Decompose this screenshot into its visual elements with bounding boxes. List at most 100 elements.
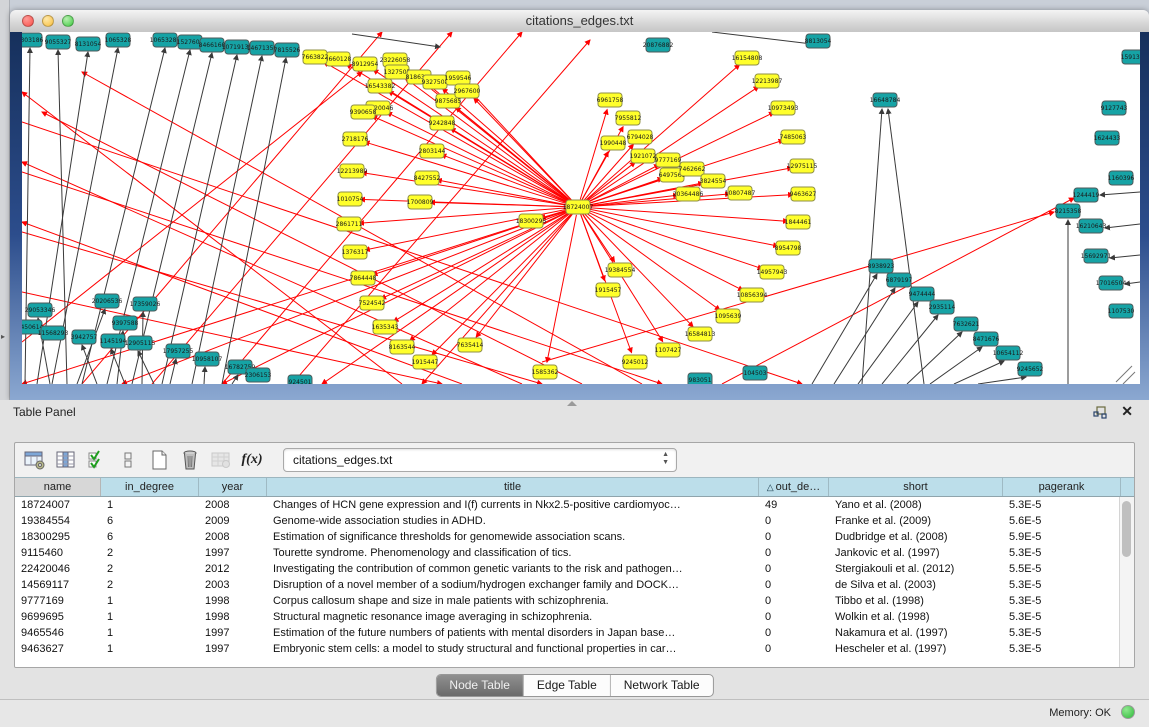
graph-node[interactable]: 11568293	[38, 326, 69, 340]
column-header-short[interactable]: short	[829, 478, 1003, 496]
graph-node[interactable]: 10958107	[192, 352, 223, 366]
graph-node[interactable]: 1959546	[445, 71, 472, 85]
delete-column-icon[interactable]	[178, 449, 202, 471]
graph-node[interactable]: 10807487	[725, 186, 756, 200]
graph-node[interactable]: 8938923	[868, 259, 895, 273]
panel-expand-arrow-icon[interactable]: ▸	[1, 332, 5, 341]
graph-node[interactable]: 1700809	[407, 195, 434, 209]
graph-node[interactable]: 1107427	[655, 343, 682, 357]
graph-node[interactable]: 8660128	[325, 52, 352, 66]
column-header-in_degree[interactable]: in_degree	[101, 478, 199, 496]
graph-node[interactable]: 16543382	[365, 79, 396, 93]
graph-node[interactable]: 7632621	[953, 317, 980, 331]
graph-node[interactable]: 9242848	[429, 116, 456, 130]
graph-node[interactable]: 12975115	[787, 159, 818, 173]
tab-edge-table[interactable]: Edge Table	[523, 675, 610, 696]
graph-node[interactable]: 1160396	[1108, 171, 1135, 185]
table-row[interactable]: 1938455462009Genome-wide association stu…	[15, 513, 1134, 529]
table-selector-dropdown[interactable]: citations_edges.txt ▲▼	[283, 448, 677, 472]
graph-node[interactable]: 9777169	[655, 153, 682, 167]
column-header-name[interactable]: name	[15, 478, 101, 496]
graph-node[interactable]: 1921072	[630, 149, 657, 163]
graph-node[interactable]: 8215358	[1055, 204, 1082, 218]
graph-node[interactable]: 9245652	[1017, 362, 1044, 376]
graph-node[interactable]: 924501	[288, 375, 312, 384]
graph-node[interactable]: 9397588	[112, 316, 139, 330]
graph-node[interactable]: 7524542	[359, 296, 386, 310]
table-row[interactable]: 946362711997Embryonic stem cells: a mode…	[15, 641, 1134, 657]
tab-node-table[interactable]: Node Table	[436, 675, 523, 696]
graph-node[interactable]: 16584813	[685, 327, 716, 341]
graph-node[interactable]: 8163544	[389, 340, 416, 354]
graph-node[interactable]: 9463627	[790, 187, 817, 201]
table-row[interactable]: 969969511998Structural magnetic resonanc…	[15, 609, 1134, 625]
table-row[interactable]: 977716911998Corpus callosum shape and si…	[15, 593, 1134, 609]
select-columns-icon[interactable]	[85, 449, 109, 471]
graph-node[interactable]: 7864448	[350, 271, 377, 285]
graph-node[interactable]: 16210643	[1076, 219, 1107, 233]
graph-node[interactable]: 18300295	[516, 214, 547, 228]
graph-node[interactable]: 2861711	[336, 217, 363, 231]
graph-node[interactable]: 3942757	[71, 330, 98, 344]
graph-node[interactable]: 6879197	[886, 273, 913, 287]
graph-node[interactable]: 7955812	[615, 111, 642, 125]
graph-node[interactable]: 104503	[743, 366, 767, 380]
graph-node[interactable]: 12213989	[337, 164, 368, 178]
graph-node[interactable]: 1990448	[600, 136, 627, 150]
graph-node[interactable]: 7663822	[302, 50, 329, 64]
graph-node[interactable]: 15692971	[1081, 249, 1112, 263]
table-mode-icon[interactable]	[23, 449, 47, 471]
graph-node[interactable]: 7815526	[274, 43, 301, 57]
float-panel-icon[interactable]	[1093, 406, 1107, 419]
graph-node[interactable]: 1095639	[715, 309, 742, 323]
graph-node[interactable]: 1107530	[1108, 304, 1135, 318]
graph-node[interactable]: 17016504	[1096, 276, 1127, 290]
table-row[interactable]: 1872400712008Changes of HCN gene express…	[15, 497, 1134, 513]
table-row[interactable]: 946554611997Estimation of the future num…	[15, 625, 1134, 641]
graph-node[interactable]: 1591306	[1121, 50, 1140, 64]
graph-node[interactable]: 7485063	[780, 130, 807, 144]
table-row[interactable]: 911546021997Tourette syndrome. Phenomeno…	[15, 545, 1134, 561]
graph-node[interactable]: 1376317	[342, 245, 369, 259]
graph-node[interactable]: 9474444	[909, 287, 936, 301]
column-header-title[interactable]: title	[267, 478, 759, 496]
column-header-out_de[interactable]: △out_de…	[759, 478, 829, 496]
column-header-year[interactable]: year	[199, 478, 267, 496]
graph-node[interactable]: 9245012	[622, 355, 649, 369]
graph-node[interactable]: 7462662	[679, 162, 706, 176]
graph-node[interactable]: 9055327	[45, 35, 72, 49]
graph-node[interactable]: 8813054	[805, 34, 832, 48]
graph-node[interactable]: 10973493	[768, 101, 799, 115]
graph-node[interactable]: 1244419	[1073, 188, 1100, 202]
graph-node[interactable]: 8471676	[973, 332, 1000, 346]
graph-node[interactable]: 2718176	[342, 132, 369, 146]
graph-node[interactable]: 1915457	[595, 283, 622, 297]
graph-node[interactable]: 6961758	[597, 93, 624, 107]
graph-node[interactable]: 6794028	[627, 130, 654, 144]
memory-status-indicator[interactable]	[1121, 705, 1135, 719]
graph-node[interactable]: 1635343	[372, 320, 399, 334]
graph-node[interactable]: 16648784	[870, 93, 901, 107]
graph-node[interactable]: 1065328	[105, 33, 132, 47]
graph-node[interactable]: 16154808	[732, 51, 763, 65]
graph-node[interactable]: 12213987	[752, 74, 783, 88]
function-builder-icon[interactable]: f(x)	[240, 449, 264, 471]
delete-table-icon[interactable]	[209, 449, 233, 471]
close-panel-icon[interactable]: ✕	[1121, 403, 1133, 420]
graph-node[interactable]: 2935114	[929, 300, 956, 314]
table-row[interactable]: 1456911722003Disruption of a novel membe…	[15, 577, 1134, 593]
graph-node[interactable]: 18724007	[563, 200, 594, 214]
graph-node[interactable]: 1915447	[412, 355, 439, 369]
graph-node[interactable]: 29053346	[25, 303, 56, 317]
table-vertical-scrollbar[interactable]	[1119, 497, 1134, 667]
column-chooser-icon[interactable]	[54, 449, 78, 471]
graph-node[interactable]: 17957255	[163, 344, 194, 358]
table-row[interactable]: 2242004622012Investigating the contribut…	[15, 561, 1134, 577]
tab-network-table[interactable]: Network Table	[610, 675, 713, 696]
graph-node[interactable]: 19384554	[605, 263, 636, 277]
split-pane-handle[interactable]	[567, 401, 577, 406]
graph-node[interactable]: 8427552	[414, 171, 441, 185]
new-column-icon[interactable]	[147, 449, 171, 471]
graph-node[interactable]: 10856394	[737, 288, 768, 302]
graph-node[interactable]: 1010754	[337, 192, 364, 206]
